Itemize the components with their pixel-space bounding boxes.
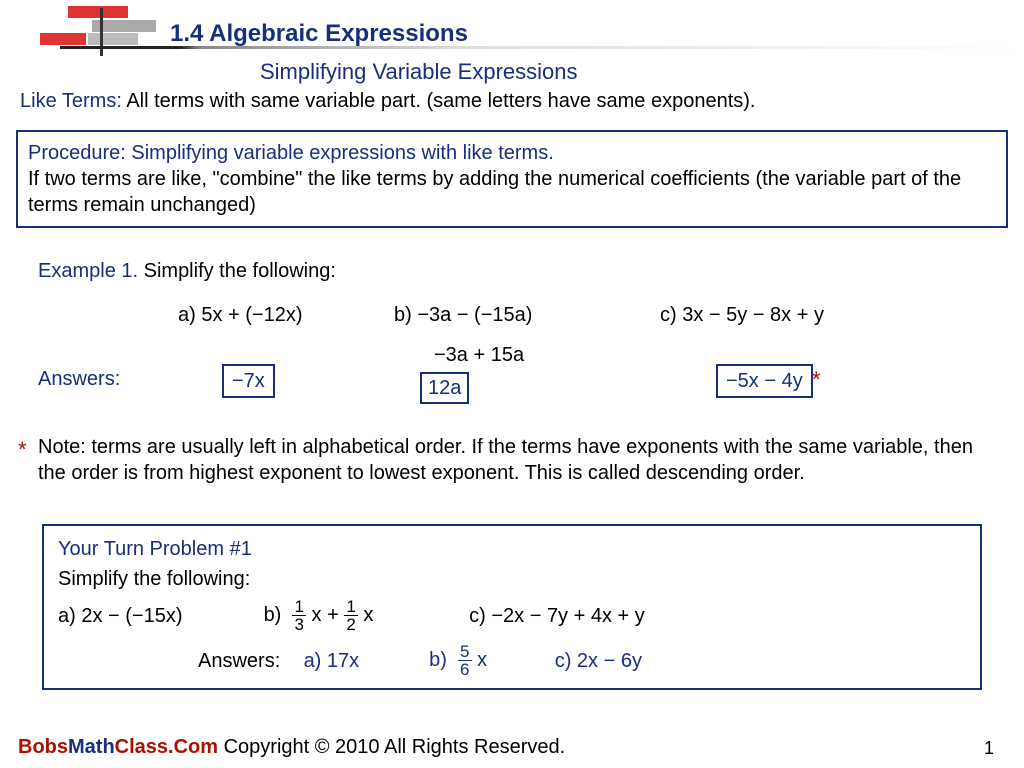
asterisk-icon: *	[18, 436, 27, 465]
ytp-answer-c: c) 2x − 6y	[555, 648, 642, 674]
ytp-ans-b-label: b)	[429, 649, 447, 671]
answer-a: −7x	[222, 364, 275, 398]
ytp-b-mid: x +	[306, 604, 344, 626]
note-paragraph: * Note: terms are usually left in alphab…	[38, 434, 1000, 486]
like-terms-definition: Like Terms: All terms with same variable…	[20, 88, 1004, 114]
ytp-c: c) −2x − 7y + 4x + y	[469, 603, 645, 629]
fraction-icon: 12	[344, 598, 357, 633]
like-terms-label: Like Terms:	[20, 90, 122, 112]
ytp-b-tail: x	[358, 604, 374, 626]
section-subtitle: Simplifying Variable Expressions	[260, 58, 578, 87]
asterisk-icon: *	[812, 366, 821, 395]
procedure-label: Procedure:	[28, 142, 131, 164]
footer-copyright: Copyright © 2010 All Rights Reserved.	[218, 736, 565, 758]
procedure-box: Procedure: Simplifying variable expressi…	[16, 130, 1008, 228]
page-number: 1	[984, 737, 994, 760]
ytp-b-label: b)	[264, 604, 282, 626]
ytp-instr: Simplify the following:	[58, 566, 966, 592]
ytp-title: Your Turn Problem #1	[58, 536, 966, 562]
example-1-label: Example 1.	[38, 260, 138, 282]
section-title: 1.4 Algebraic Expressions	[170, 18, 468, 49]
answers-label: Answers:	[38, 366, 120, 392]
ytp-answer-a: a) 17x	[304, 648, 424, 674]
ytp-answer-b: b) 56 x	[429, 643, 549, 678]
problem-a: a) 5x + (−12x)	[178, 302, 303, 328]
ytp-ans-b-tail: x	[472, 649, 488, 671]
ytp-answers-label: Answers:	[198, 648, 298, 674]
procedure-body: If two terms are like, "combine" the lik…	[28, 166, 996, 218]
header-rule	[60, 46, 1014, 49]
footer-class: Class.Com	[115, 736, 218, 758]
ytp-a: a) 2x − (−15x)	[58, 603, 258, 629]
answer-a-box: −7x	[222, 364, 275, 398]
example-1-header: Example 1. Simplify the following:	[38, 258, 336, 284]
footer-credit: BobsMathClass.Com Copyright © 2010 All R…	[18, 734, 565, 760]
problem-c: c) 3x − 5y − 8x + y	[660, 302, 824, 328]
your-turn-box: Your Turn Problem #1 Simplify the follow…	[42, 524, 982, 690]
like-terms-text: All terms with same variable part. (same…	[122, 90, 756, 112]
problem-b: b) −3a − (−15a)	[394, 302, 532, 328]
fraction-icon: 13	[292, 598, 305, 633]
ytp-b: b) 13 x + 12 x	[264, 598, 464, 633]
answer-c-box: −5x − 4y	[716, 364, 813, 398]
note-text: Note: terms are usually left in alphabet…	[38, 436, 973, 484]
problem-b-step: −3a + 15a	[434, 342, 524, 368]
example-1-instr: Simplify the following:	[138, 260, 336, 282]
procedure-title: Simplifying variable expressions with li…	[131, 142, 553, 164]
answer-c: −5x − 4y	[716, 364, 813, 398]
header-graphic	[30, 6, 150, 46]
footer-bobs: Bobs	[18, 736, 68, 758]
answer-b: 12a	[420, 372, 469, 404]
fraction-icon: 56	[458, 643, 471, 678]
footer-math: Math	[68, 736, 115, 758]
